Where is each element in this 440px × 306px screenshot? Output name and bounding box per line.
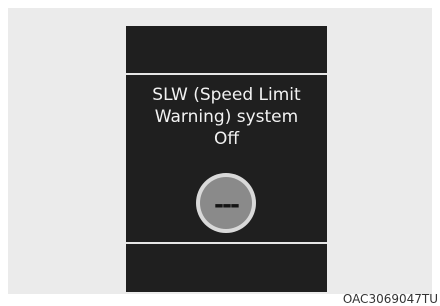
- top-divider: [126, 73, 327, 75]
- message-line-1: SLW (Speed Limit: [152, 85, 301, 105]
- bottom-divider: [126, 242, 327, 244]
- speed-icon-value: ---: [214, 191, 239, 219]
- cluster-display: SLW (Speed Limit Warning) system Off ---: [126, 26, 327, 292]
- figure-canvas: SLW (Speed Limit Warning) system Off ---…: [0, 0, 440, 306]
- speed-limit-off-icon: ---: [196, 173, 256, 233]
- warning-message: SLW (Speed Limit Warning) system Off: [126, 84, 327, 150]
- figure-code: OAC3069047TU: [342, 292, 438, 306]
- message-line-3: Off: [213, 129, 240, 149]
- message-line-2: Warning) system: [154, 107, 299, 127]
